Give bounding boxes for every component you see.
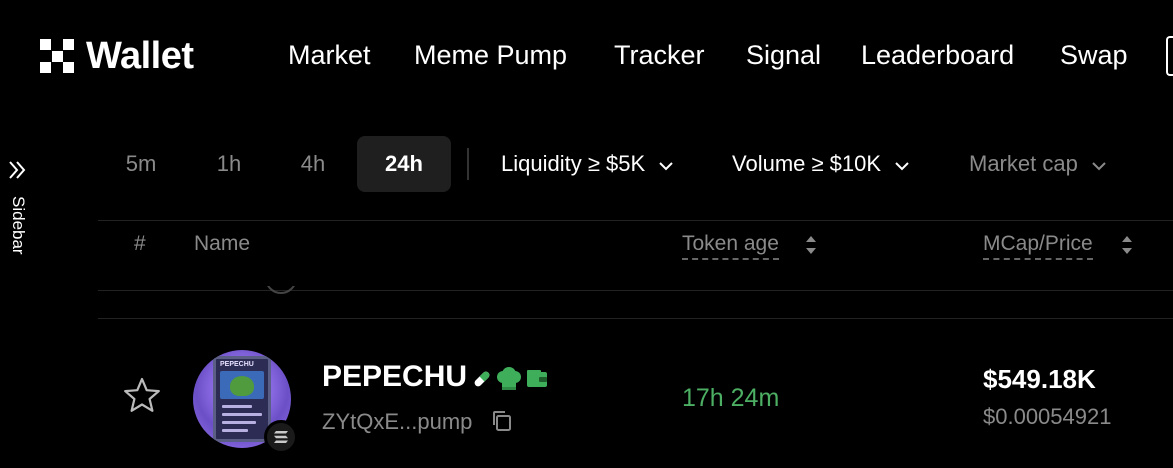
timeframe-4h[interactable]: 4h bbox=[266, 136, 360, 192]
token-price: $0.00054921 bbox=[983, 404, 1112, 429]
divider bbox=[98, 318, 1173, 319]
volume-filter-label: Volume ≥ $10K bbox=[732, 151, 882, 176]
token-card-image: PEPECHU bbox=[213, 356, 271, 442]
market-cap: $549.18K bbox=[983, 364, 1096, 394]
nav-overflow-icon[interactable] bbox=[1166, 36, 1173, 76]
avatar-card-title: PEPECHU bbox=[220, 361, 254, 368]
star-icon[interactable] bbox=[122, 376, 162, 414]
nav-swap[interactable]: Swap bbox=[1060, 40, 1128, 71]
wallet-icon[interactable] bbox=[526, 369, 548, 389]
chevron-down-icon bbox=[1092, 151, 1106, 177]
pill-icon[interactable] bbox=[472, 369, 492, 389]
top-nav: Wallet Market Meme Pump Tracker Signal L… bbox=[0, 0, 1173, 112]
token-address: ZYtQxE...pump bbox=[322, 409, 473, 434]
token-badges bbox=[472, 367, 548, 391]
copy-icon[interactable] bbox=[490, 409, 514, 433]
divider bbox=[98, 290, 1173, 291]
double-chevron-right-icon bbox=[8, 160, 26, 184]
solana-icon bbox=[264, 420, 298, 454]
liquidity-filter-label: Liquidity ≥ $5K bbox=[501, 151, 646, 176]
timeframe-5m[interactable]: 5m bbox=[94, 136, 188, 192]
filter-divider bbox=[467, 148, 469, 180]
market-cap-filter-label: Market cap bbox=[969, 151, 1078, 176]
nav-meme-pump[interactable]: Meme Pump bbox=[414, 40, 567, 71]
market-cap-filter-dropdown[interactable]: Market cap bbox=[969, 148, 1106, 180]
column-header-mcap-price[interactable]: MCap/Price bbox=[983, 232, 1093, 260]
token-name[interactable]: PEPECHU bbox=[322, 360, 467, 394]
sidebar-toggle[interactable]: Sidebar bbox=[0, 150, 36, 270]
chef-hat-icon[interactable] bbox=[496, 367, 522, 391]
sort-icon[interactable] bbox=[1120, 232, 1134, 258]
volume-filter-dropdown[interactable]: Volume ≥ $10K bbox=[732, 148, 909, 180]
column-header-name: Name bbox=[194, 232, 251, 255]
nav-market[interactable]: Market bbox=[288, 40, 371, 71]
chevron-down-icon bbox=[895, 151, 909, 177]
liquidity-filter-dropdown[interactable]: Liquidity ≥ $5K bbox=[501, 148, 673, 180]
previous-row-avatar-edge bbox=[265, 286, 297, 294]
column-header-index: # bbox=[134, 232, 146, 255]
nav-tracker[interactable]: Tracker bbox=[614, 40, 705, 71]
chevron-down-icon bbox=[659, 151, 673, 177]
sidebar-label: Sidebar bbox=[9, 196, 28, 255]
nav-signal[interactable]: Signal bbox=[746, 40, 821, 71]
nav-leaderboard[interactable]: Leaderboard bbox=[861, 40, 1014, 71]
column-header-token-age[interactable]: Token age bbox=[682, 232, 779, 260]
brand-name: Wallet bbox=[86, 34, 194, 77]
okx-grid-icon bbox=[40, 39, 74, 73]
timeframe-24h[interactable]: 24h bbox=[357, 136, 451, 192]
brand-logo[interactable]: Wallet bbox=[40, 34, 194, 77]
timeframe-1h[interactable]: 1h bbox=[182, 136, 276, 192]
token-age: 17h 24m bbox=[682, 384, 780, 412]
divider bbox=[98, 220, 1173, 221]
sort-icon[interactable] bbox=[804, 232, 818, 258]
